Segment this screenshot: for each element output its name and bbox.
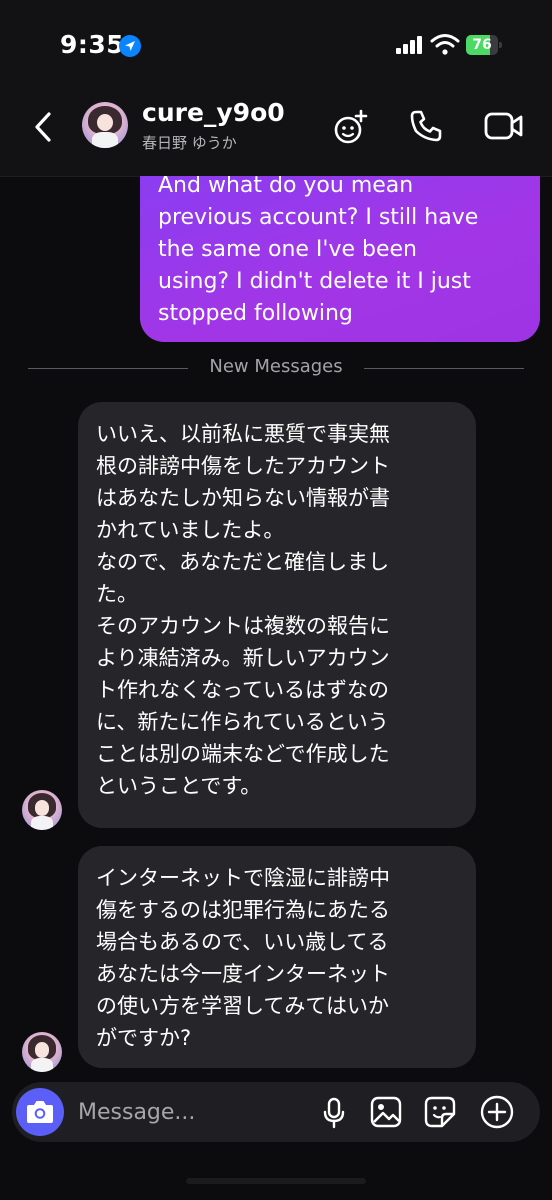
new-messages-separator: New Messages (209, 356, 343, 377)
message-line: ト作れなくなっているはずなの (96, 678, 389, 702)
message-line: いいえ、以前私に悪質で事実無 (96, 422, 390, 446)
back-chevron-icon[interactable] (30, 110, 58, 144)
incoming-message[interactable]: インターネットで陰湿に誹謗中 傷をするのは犯罪行為にあたる 場合もあるので、いい… (78, 846, 476, 1068)
message-line: た。 (96, 582, 138, 606)
message-line: の使い方を学習してみてはいか (96, 994, 389, 1018)
message-line: 場合もあるので、いい歳してる (96, 930, 389, 954)
battery-indicator: 76 (466, 35, 502, 55)
message-input[interactable] (78, 1096, 308, 1128)
gallery-icon[interactable] (370, 1096, 402, 1128)
incoming-message[interactable]: いいえ、以前私に悪質で事実無 根の誹謗中傷をしたアカウント はあなたしか知らない… (78, 402, 476, 828)
message-line: previous account? I still have (158, 205, 479, 230)
battery-level: 76 (472, 37, 492, 53)
message-line: かれていましたよ。 (96, 518, 285, 542)
message-line: 根の誹謗中傷をしたアカウント (96, 454, 390, 478)
phone-call-icon[interactable] (408, 108, 444, 144)
sender-avatar[interactable] (22, 1032, 62, 1072)
message-line: あなたは今一度インターネット (96, 962, 390, 986)
message-line: And what do you mean (158, 176, 414, 198)
message-line: に、新たに作られているという (96, 710, 389, 734)
home-indicator (186, 1178, 366, 1184)
message-line: 傷をするのは犯罪行為にあたる (96, 898, 390, 922)
separator-line-right (364, 368, 524, 369)
cellular-signal-icon (396, 36, 422, 54)
contact-display-name: 春日野 ゆうか (142, 134, 237, 152)
message-line: より凍結済み。新しいアカウン (96, 646, 390, 670)
wifi-icon (430, 34, 460, 55)
message-line: なので、あなただと確信しまし (96, 550, 390, 574)
contact-avatar[interactable] (82, 102, 128, 148)
add-plus-icon[interactable] (480, 1095, 514, 1129)
camera-icon (27, 1101, 53, 1123)
message-line: インターネットで陰湿に誹謗中 (96, 866, 390, 890)
outgoing-message[interactable]: And what do you mean previous account? I… (140, 176, 540, 342)
message-line: そのアカウントは複数の報告に (96, 614, 390, 638)
status-bar: 9:35 76 (0, 0, 552, 80)
video-call-icon[interactable] (484, 110, 524, 142)
sender-avatar[interactable] (22, 790, 62, 830)
chat-header: cure_y9o0 春日野 ゆうか (0, 80, 552, 177)
status-time: 9:35 (60, 30, 125, 59)
sticker-icon[interactable] (424, 1096, 456, 1128)
microphone-icon[interactable] (322, 1097, 346, 1129)
message-line: the same one I've been (158, 237, 417, 262)
chat-effects-icon[interactable] (332, 108, 370, 146)
message-line: はあなたしか知らない情報が書 (96, 486, 390, 510)
location-arrow-icon (119, 35, 141, 57)
message-line: stopped following (158, 301, 353, 326)
separator-line-left (28, 368, 188, 369)
message-line: using? I didn't delete it I just (158, 269, 471, 294)
message-line: ということです。 (96, 774, 262, 798)
contact-username[interactable]: cure_y9o0 (142, 98, 285, 127)
message-line: がですか? (96, 1026, 192, 1050)
camera-button[interactable] (16, 1088, 64, 1136)
message-line: ことは別の端末などで作成した (96, 742, 390, 766)
message-composer (12, 1082, 540, 1142)
message-thread[interactable]: And what do you mean previous account? I… (0, 176, 552, 1080)
